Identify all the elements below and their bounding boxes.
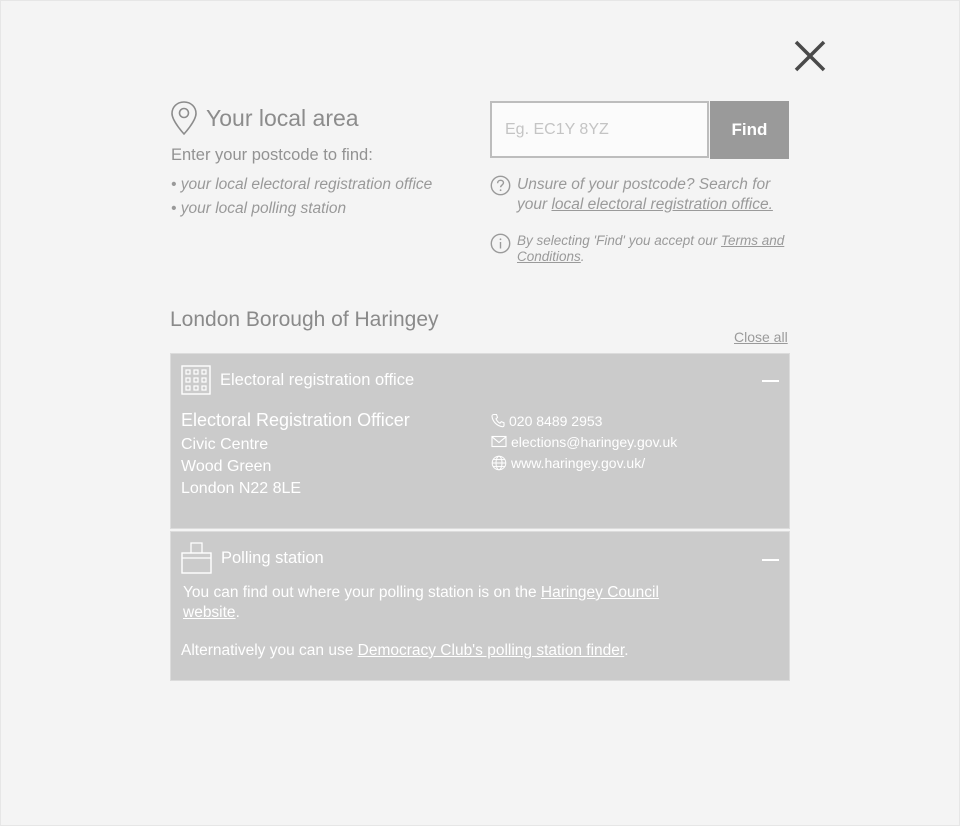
officer-address: Electoral Registration Officer Civic Cen… [181, 410, 410, 500]
polling-station-panel: Polling station You can find out where y… [170, 531, 790, 681]
globe-icon [491, 455, 507, 470]
postcode-input[interactable] [490, 101, 709, 158]
polling-info-suffix: . [235, 604, 240, 621]
ballot-box-icon [181, 542, 212, 574]
address-line: Wood Green [181, 458, 272, 475]
question-icon [490, 175, 511, 196]
collapse-icon[interactable] [762, 559, 779, 561]
page-title: Your local area [206, 104, 359, 131]
map-pin-icon [170, 100, 198, 136]
address-line: London N22 8LE [181, 480, 302, 497]
intro-text: Enter your postcode to find: [171, 146, 373, 164]
mail-icon [491, 435, 507, 448]
phone-number: 020 8489 2953 [509, 412, 603, 429]
registration-panel-title: Electoral registration office [220, 370, 415, 389]
polling-alternative-text: Alternatively you can use Democracy Club… [181, 642, 629, 660]
info-icon [490, 233, 511, 254]
local-area-header: Your local area [170, 100, 359, 136]
phone-row[interactable]: 020 8489 2953 [491, 410, 677, 431]
terms-notice: By selecting 'Find' you accept our Terms… [490, 233, 790, 265]
polling-info-prefix: You can find out where your polling stat… [183, 584, 541, 601]
polling-panel-title: Polling station [221, 548, 324, 567]
find-button[interactable]: Find [710, 101, 789, 159]
terms-text: By selecting 'Find' you accept our Terms… [517, 233, 790, 265]
close-button[interactable] [790, 36, 830, 76]
terms-prefix: By selecting 'Find' you accept our [517, 233, 722, 248]
officer-name: Electoral Registration Officer [181, 410, 410, 430]
postcode-help-text: Unsure of your postcode? Search for your… [517, 175, 790, 215]
website-row[interactable]: www.haringey.gov.uk/ [491, 452, 677, 473]
website-address: www.haringey.gov.uk/ [511, 454, 646, 471]
email-row[interactable]: elections@haringey.gov.uk [491, 431, 677, 452]
postcode-help: Unsure of your postcode? Search for your… [490, 175, 790, 215]
collapse-icon[interactable] [762, 380, 779, 382]
terms-suffix: . [580, 249, 585, 264]
close-all-link[interactable]: Close all [734, 329, 788, 345]
close-icon [794, 40, 826, 72]
find-list: • your local electoral registration offi… [171, 173, 432, 221]
registration-office-panel: Electoral registration office Electoral … [170, 353, 790, 529]
polling-panel-header[interactable]: Polling station [181, 542, 324, 574]
email-address: elections@haringey.gov.uk [511, 433, 678, 450]
registration-office-link[interactable]: local electoral registration office. [551, 196, 772, 213]
list-item: • your local electoral registration offi… [171, 176, 433, 193]
list-item: • your local polling station [171, 200, 347, 217]
polling-alt-suffix: . [624, 642, 629, 659]
phone-icon [491, 413, 505, 428]
polling-info-text: You can find out where your polling stat… [183, 583, 683, 623]
building-icon [181, 365, 211, 395]
address-line: Civic Centre [181, 436, 269, 453]
registration-panel-header[interactable]: Electoral registration office [181, 365, 414, 395]
council-name: London Borough of Haringey [170, 308, 439, 331]
polling-alt-prefix: Alternatively you can use [181, 642, 358, 659]
contact-details: 020 8489 2953 elections@haringey.gov.uk … [491, 410, 677, 473]
democracy-club-link[interactable]: Democracy Club's polling station finder [358, 642, 625, 659]
